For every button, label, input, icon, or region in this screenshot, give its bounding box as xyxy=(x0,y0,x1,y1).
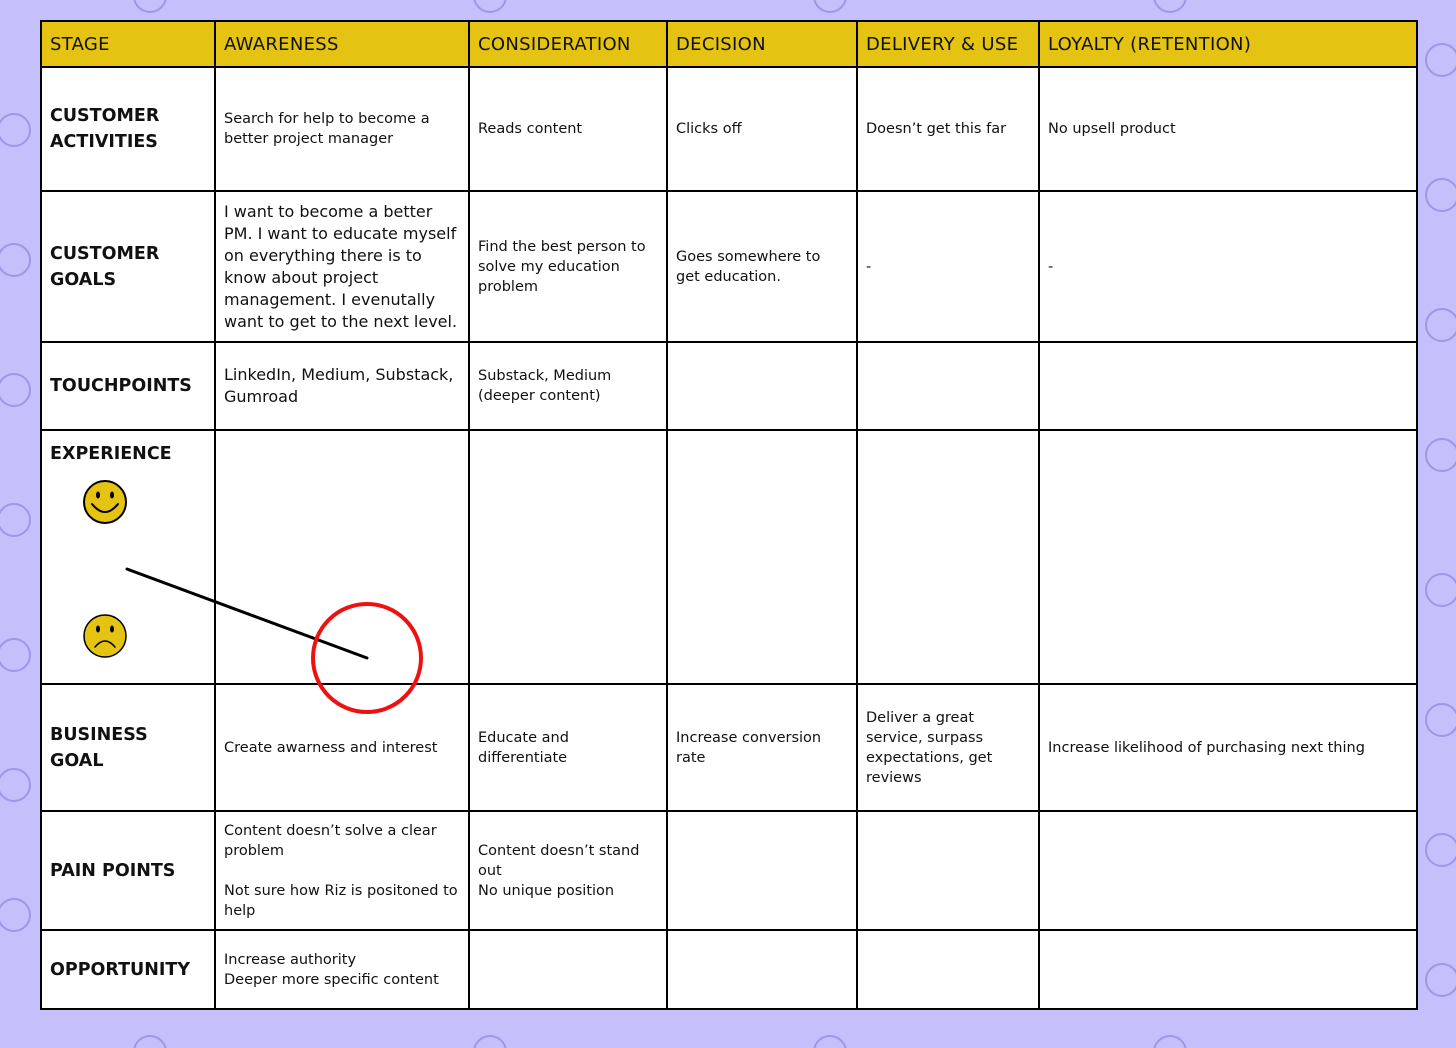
background-ring xyxy=(1425,833,1456,867)
cell-touchpoints-decision xyxy=(666,341,858,431)
background-ring xyxy=(0,243,31,277)
background-ring xyxy=(0,638,31,672)
cell-experience-loyalty xyxy=(1038,429,1418,685)
row-label-customer-activities: CUSTOMER ACTIVITIES xyxy=(40,66,216,192)
cell-experience-consideration xyxy=(468,429,668,685)
cell-opportunity-loyalty xyxy=(1038,929,1418,1010)
cell-pain-consideration: Content doesn’t stand out No unique posi… xyxy=(468,810,668,931)
row-opportunity: OPPORTUNITY Increase authority Deeper mo… xyxy=(40,929,1418,1010)
cell-business-decision: Increase conversion rate xyxy=(666,683,858,812)
header-stage: STAGE xyxy=(40,20,216,68)
cell-goals-awareness: I want to become a better PM. I want to … xyxy=(214,190,470,343)
cell-touchpoints-awareness: LinkedIn, Medium, Substack, Gumroad xyxy=(214,341,470,431)
customer-journey-map: STAGE AWARENESS CONSIDERATION DECISION D… xyxy=(40,20,1418,1010)
header-decision: DECISION xyxy=(666,20,858,68)
background-ring xyxy=(1425,43,1456,77)
background-ring xyxy=(0,768,31,802)
background-ring xyxy=(133,0,167,13)
cell-goals-loyalty: - xyxy=(1038,190,1418,343)
row-customer-activities: CUSTOMER ACTIVITIES Search for help to b… xyxy=(40,66,1418,192)
row-label-customer-goals: CUSTOMER GOALS xyxy=(40,190,216,343)
cell-business-loyalty: Increase likelihood of purchasing next t… xyxy=(1038,683,1418,812)
cell-activities-delivery: Doesn’t get this far xyxy=(856,66,1040,192)
background-ring xyxy=(1425,308,1456,342)
cell-experience-delivery xyxy=(856,429,1040,685)
row-experience: EXPERIENCE xyxy=(40,429,1418,685)
cell-opportunity-decision xyxy=(666,929,858,1010)
background-ring xyxy=(473,1035,507,1048)
cell-touchpoints-loyalty xyxy=(1038,341,1418,431)
cell-pain-decision xyxy=(666,810,858,931)
cell-experience-decision xyxy=(666,429,858,685)
background-ring xyxy=(0,113,31,147)
cell-goals-delivery: - xyxy=(856,190,1040,343)
cell-activities-decision: Clicks off xyxy=(666,66,858,192)
background-ring xyxy=(0,898,31,932)
cell-opportunity-consideration xyxy=(468,929,668,1010)
cell-experience-awareness xyxy=(214,429,470,685)
cell-pain-loyalty xyxy=(1038,810,1418,931)
row-label-touchpoints: TOUCHPOINTS xyxy=(40,341,216,431)
cell-activities-awareness: Search for help to become a better proje… xyxy=(214,66,470,192)
row-touchpoints: TOUCHPOINTS LinkedIn, Medium, Substack, … xyxy=(40,341,1418,431)
cell-goals-decision: Goes somewhere to get education. xyxy=(666,190,858,343)
header-awareness: AWARENESS xyxy=(214,20,470,68)
background-ring xyxy=(813,1035,847,1048)
background-ring xyxy=(1153,0,1187,13)
row-business-goal: BUSINESS GOAL Create awarness and intere… xyxy=(40,683,1418,812)
background-ring xyxy=(1425,703,1456,737)
row-pain-points: PAIN POINTS Content doesn’t solve a clea… xyxy=(40,810,1418,931)
background-ring xyxy=(0,373,31,407)
background-ring xyxy=(1425,963,1456,997)
cell-business-awareness: Create awarness and interest xyxy=(214,683,470,812)
row-label-experience: EXPERIENCE xyxy=(40,429,216,685)
background-ring xyxy=(1425,573,1456,607)
row-label-opportunity: OPPORTUNITY xyxy=(40,929,216,1010)
cell-pain-awareness: Content doesn’t solve a clear problem No… xyxy=(214,810,470,931)
cell-pain-delivery xyxy=(856,810,1040,931)
cell-touchpoints-delivery xyxy=(856,341,1040,431)
cell-business-delivery: Deliver a great service, surpass expecta… xyxy=(856,683,1040,812)
header-delivery-use: DELIVERY & USE xyxy=(856,20,1040,68)
cell-opportunity-awareness: Increase authority Deeper more specific … xyxy=(214,929,470,1010)
cell-opportunity-delivery xyxy=(856,929,1040,1010)
background-ring xyxy=(473,0,507,13)
row-customer-goals: CUSTOMER GOALS I want to become a better… xyxy=(40,190,1418,343)
cell-goals-consideration: Find the best person to solve my educati… xyxy=(468,190,668,343)
background-ring xyxy=(1425,438,1456,472)
row-label-pain-points: PAIN POINTS xyxy=(40,810,216,931)
background-ring xyxy=(133,1035,167,1048)
cell-activities-consideration: Reads content xyxy=(468,66,668,192)
cell-activities-loyalty: No upsell product xyxy=(1038,66,1418,192)
row-label-business-goal: BUSINESS GOAL xyxy=(40,683,216,812)
header-loyalty: LOYALTY (RETENTION) xyxy=(1038,20,1418,68)
background-ring xyxy=(1425,178,1456,212)
header-consideration: CONSIDERATION xyxy=(468,20,668,68)
background-ring xyxy=(813,0,847,13)
cell-touchpoints-consideration: Substack, Medium (deeper content) xyxy=(468,341,668,431)
background-ring xyxy=(0,503,31,537)
background-ring xyxy=(1153,1035,1187,1048)
header-row: STAGE AWARENESS CONSIDERATION DECISION D… xyxy=(40,20,1418,68)
cell-business-consideration: Educate and differentiate xyxy=(468,683,668,812)
